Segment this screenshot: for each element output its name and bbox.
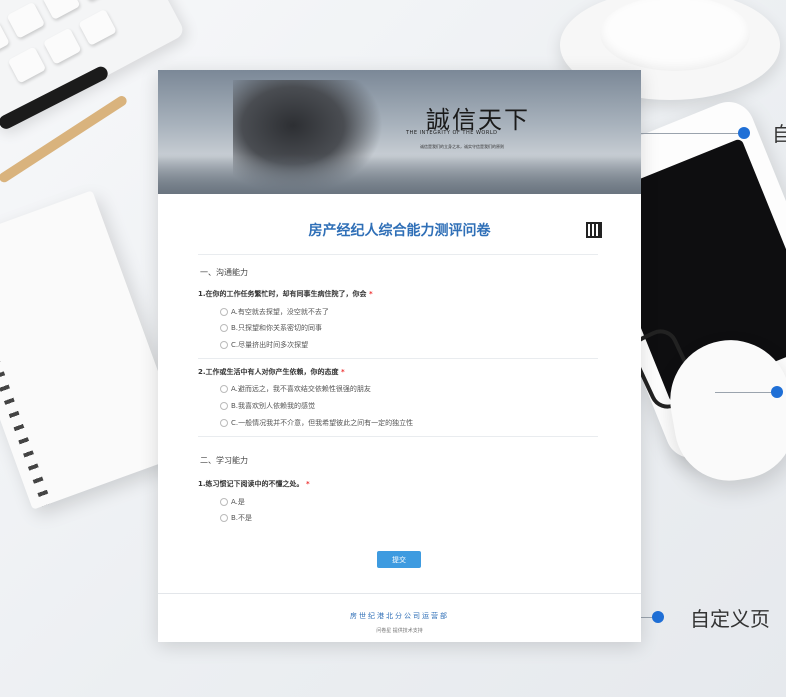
footer-divider [158, 593, 641, 594]
mountain-image [158, 154, 641, 194]
radio-option[interactable]: C.尽量挤出时间多次探望 [220, 340, 308, 350]
question-title: 1.练习惯记下阅读中的不懂之处。 * [198, 479, 310, 489]
annotation-dot-bottom [652, 611, 664, 623]
question-title: 2.工作或生活中有人对你产生依赖，你的态度 * [198, 367, 345, 377]
divider [198, 436, 598, 437]
radio-button[interactable] [220, 419, 228, 427]
radio-option[interactable]: A.有空就去探望，没空就不去了 [220, 307, 329, 317]
radio-option[interactable]: A.避而远之，我不喜欢结交依赖性很强的朋友 [220, 384, 371, 394]
survey-card: 誠信天下 THE INTEGRITY OF THE WORLD 诚信是我们的立身… [158, 70, 641, 642]
survey-title: 房产经纪人综合能力测评问卷 [308, 223, 491, 239]
qr-code-icon[interactable] [586, 222, 602, 238]
annotation-line-middle [715, 392, 775, 393]
radio-button[interactable] [220, 341, 228, 349]
radio-option[interactable]: C.一般情况我并不介意，但我希望彼此之间有一定的独立性 [220, 418, 413, 428]
radio-option[interactable]: B.不是 [220, 513, 252, 523]
required-mark: * [368, 290, 373, 298]
banner-slogan-en: THE INTEGRITY OF THE WORLD [406, 130, 498, 136]
header-banner: 誠信天下 THE INTEGRITY OF THE WORLD 诚信是我们的立身… [158, 70, 641, 194]
question-text: 2.工作或生活中有人对你产生依赖，你的态度 [198, 368, 339, 376]
radio-option[interactable]: A.是 [220, 497, 245, 507]
option-label: A.避而远之，我不喜欢结交依赖性很强的朋友 [231, 385, 371, 393]
option-label: B.我喜欢别人依赖我的感觉 [231, 402, 316, 410]
option-label: A.有空就去探望，没空就不去了 [231, 308, 329, 316]
divider [198, 358, 598, 359]
radio-button[interactable] [220, 385, 228, 393]
radio-button[interactable] [220, 308, 228, 316]
submit-button[interactable]: 提交 [377, 551, 421, 568]
radio-option[interactable]: B.我喜欢别人依赖我的感觉 [220, 401, 315, 411]
required-mark: * [340, 368, 345, 376]
annotation-label-bottom: 自定义页 [690, 607, 770, 631]
radio-button[interactable] [220, 498, 228, 506]
banner-slogan-sub: 诚信是我们的立身之本，诚实守信是我们的原则 [420, 144, 504, 149]
footer-powered-by[interactable]: 问卷星 提供技术支持 [158, 627, 641, 634]
radio-option[interactable]: B.只探望和你关系密切的同事 [220, 323, 322, 333]
option-label: A.是 [231, 498, 245, 506]
question-text: 1.练习惯记下阅读中的不懂之处。 [198, 480, 304, 488]
option-label: B.不是 [231, 514, 253, 522]
divider [198, 254, 598, 255]
annotation-label-top: 自 [772, 122, 786, 146]
option-label: C.一般情况我并不介意，但我希望彼此之间有一定的独立性 [231, 419, 414, 427]
footer-title: 房世纪港北分公司运营部 [350, 612, 449, 620]
option-label: B.只探望和你关系密切的同事 [231, 324, 323, 332]
question-text: 1.在你的工作任务繁忙时，却有同事生病住院了，你会 [198, 290, 367, 298]
option-label: C.尽量挤出时间多次探望 [231, 341, 309, 349]
radio-button[interactable] [220, 514, 228, 522]
radio-button[interactable] [220, 324, 228, 332]
annotation-dot-middle [771, 386, 783, 398]
required-mark: * [305, 480, 310, 488]
section-label: 二、学习能力 [200, 456, 248, 465]
section-label: 一、沟通能力 [200, 268, 248, 277]
radio-button[interactable] [220, 402, 228, 410]
question-title: 1.在你的工作任务繁忙时，却有同事生病住院了，你会 * [198, 289, 373, 299]
annotation-dot-top [738, 127, 750, 139]
